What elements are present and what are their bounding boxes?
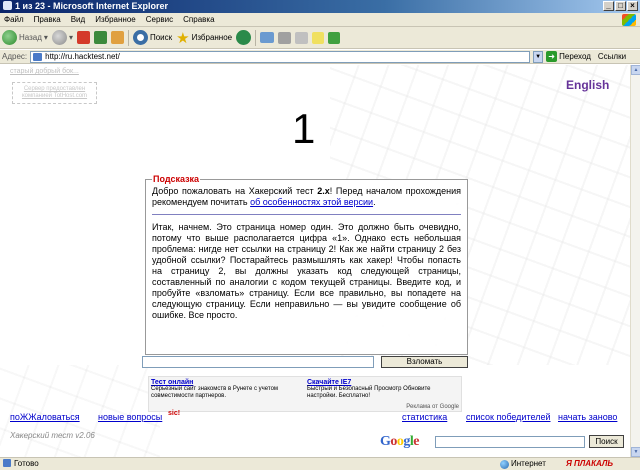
links-label[interactable]: Ссылки bbox=[598, 52, 626, 61]
scroll-down-icon[interactable]: ▼ bbox=[631, 447, 640, 457]
toolbar-separator bbox=[127, 29, 129, 46]
minimize-button[interactable]: _ bbox=[603, 1, 614, 11]
version-label: 2.x bbox=[317, 186, 330, 196]
address-input[interactable]: http://ru.hacktest.net/ bbox=[30, 50, 531, 63]
ad-title-link[interactable]: Тест онлайн bbox=[151, 379, 301, 386]
toolbar-separator bbox=[255, 29, 257, 46]
google-logo: Google bbox=[380, 434, 419, 449]
menu-favorites[interactable]: Избранное bbox=[95, 15, 136, 24]
title-bar: 1 из 23 - Microsoft Internet Explorer _ … bbox=[0, 0, 640, 13]
window-title: 1 из 23 - Microsoft Internet Explorer bbox=[15, 1, 169, 11]
notes-icon[interactable] bbox=[312, 31, 325, 44]
back-button[interactable]: Назад ▾ bbox=[2, 30, 48, 45]
hack-button[interactable]: Взломать bbox=[381, 356, 468, 368]
favorites-label: Избранное bbox=[191, 33, 233, 42]
ad-item: Скачайте IE7 Быстрый и Безопасный Просмо… bbox=[307, 379, 457, 400]
complain-link[interactable]: поЖЖаловаться bbox=[10, 412, 80, 422]
search-label: Поиск bbox=[149, 33, 173, 42]
print-icon[interactable] bbox=[278, 31, 292, 44]
chevron-down-icon[interactable]: ▾ bbox=[44, 33, 48, 42]
code-input[interactable] bbox=[142, 356, 374, 368]
mail-icon[interactable] bbox=[260, 32, 275, 43]
menu-edit[interactable]: Правка bbox=[34, 15, 61, 24]
address-dropdown[interactable]: ▼ bbox=[533, 50, 544, 63]
page-icon bbox=[3, 459, 11, 467]
winners-link[interactable]: список победителей bbox=[466, 412, 550, 422]
version-text: Хакерский тест v2.06 bbox=[10, 431, 95, 440]
search-button[interactable]: Поиск bbox=[132, 30, 173, 45]
windows-logo-icon bbox=[622, 14, 636, 26]
hint-title: Подсказка bbox=[152, 174, 201, 184]
go-arrow-icon: ➜ bbox=[546, 51, 558, 62]
address-bar: Адрес: http://ru.hacktest.net/ ▼ ➜ Перех… bbox=[0, 50, 640, 64]
menu-file[interactable]: Файл bbox=[4, 15, 24, 24]
messenger-icon[interactable] bbox=[328, 31, 341, 44]
old-version-link[interactable]: старый добрый бок... bbox=[10, 68, 79, 75]
version-features-link[interactable]: об особенностях этой версии bbox=[250, 197, 373, 207]
hint-body: Итак, начнем. Это страница номер один. Э… bbox=[152, 222, 461, 320]
keyboard-background bbox=[0, 365, 160, 457]
back-label: Назад bbox=[19, 33, 42, 42]
google-search-input[interactable] bbox=[435, 436, 585, 448]
favorites-button[interactable]: ★ Избранное bbox=[176, 29, 232, 47]
page-content: старый добрый бок... Сервер предоставлен… bbox=[0, 65, 630, 457]
security-zone: Интернет bbox=[500, 458, 546, 470]
restart-link[interactable]: начать заново bbox=[558, 412, 617, 422]
hosting-banner[interactable]: Сервер предоставлен компанией TotHost.co… bbox=[12, 82, 97, 104]
ie-icon bbox=[3, 1, 12, 10]
window-controls: _ □ × bbox=[603, 1, 638, 11]
search-icon bbox=[132, 30, 148, 45]
toolbar: Назад ▾ ▾ Поиск ★ Избранное bbox=[0, 27, 640, 49]
menu-tools[interactable]: Сервис bbox=[146, 15, 173, 24]
hint-intro: Добро пожаловать на Хакерский тест 2.x! … bbox=[152, 186, 461, 208]
back-arrow-icon bbox=[2, 30, 17, 45]
ad-block: Тест онлайн Серьезный сайт знакомств в Р… bbox=[148, 376, 462, 412]
sic-badge: sic! bbox=[168, 410, 181, 417]
close-button[interactable]: × bbox=[627, 1, 638, 11]
menu-help[interactable]: Справка bbox=[183, 15, 214, 24]
watermark-text: Я ПЛАКАЛЬ bbox=[566, 459, 614, 468]
media-icon[interactable] bbox=[236, 30, 252, 45]
statistics-link[interactable]: статистика bbox=[402, 412, 447, 422]
english-link[interactable]: English bbox=[566, 78, 609, 92]
home-icon[interactable] bbox=[110, 31, 124, 44]
stop-icon[interactable] bbox=[76, 31, 90, 44]
globe-icon bbox=[500, 459, 509, 469]
hint-intro-text: . bbox=[373, 197, 376, 207]
ad-item: Тест онлайн Серьезный сайт знакомств в Р… bbox=[151, 379, 301, 400]
ad-text: Серьезный сайт знакомств в Рунете с учет… bbox=[151, 386, 279, 399]
level-number: 1 bbox=[292, 105, 316, 152]
google-search-button[interactable]: Поиск bbox=[589, 435, 624, 448]
menu-bar: Файл Правка Вид Избранное Сервис Справка bbox=[0, 13, 640, 27]
go-label: Переход bbox=[559, 52, 591, 61]
status-bar: Готово Интернет Я ПЛАКАЛЬ bbox=[0, 457, 640, 470]
scroll-up-icon[interactable]: ▲ bbox=[631, 65, 640, 75]
chevron-down-icon[interactable]: ▾ bbox=[69, 33, 73, 42]
ads-by-google-link[interactable]: Реклама от Google bbox=[406, 404, 459, 410]
status-text: Готово bbox=[14, 459, 39, 468]
forward-button[interactable]: ▾ bbox=[51, 30, 73, 45]
ad-title-link[interactable]: Скачайте IE7 bbox=[307, 379, 457, 386]
ad-text: Быстрый и Безопасный Просмотр Обновите н… bbox=[307, 386, 431, 399]
new-questions-link[interactable]: новые вопросы bbox=[98, 412, 162, 422]
vertical-scrollbar[interactable]: ▲ ▼ bbox=[630, 65, 640, 457]
forward-arrow-icon bbox=[51, 30, 67, 45]
edit-icon[interactable] bbox=[295, 31, 309, 44]
menu-view[interactable]: Вид bbox=[71, 15, 85, 24]
hint-intro-text: Добро пожаловать на Хакерский тест bbox=[152, 186, 318, 196]
maximize-button[interactable]: □ bbox=[615, 1, 626, 11]
hint-divider bbox=[152, 214, 461, 215]
star-icon: ★ bbox=[176, 29, 190, 47]
go-button[interactable]: ➜ Переход bbox=[546, 51, 591, 62]
hint-box: Подсказка Добро пожаловать на Хакерский … bbox=[145, 174, 468, 355]
refresh-icon[interactable] bbox=[93, 31, 107, 44]
address-label: Адрес: bbox=[2, 52, 28, 61]
zone-label: Интернет bbox=[511, 459, 546, 468]
